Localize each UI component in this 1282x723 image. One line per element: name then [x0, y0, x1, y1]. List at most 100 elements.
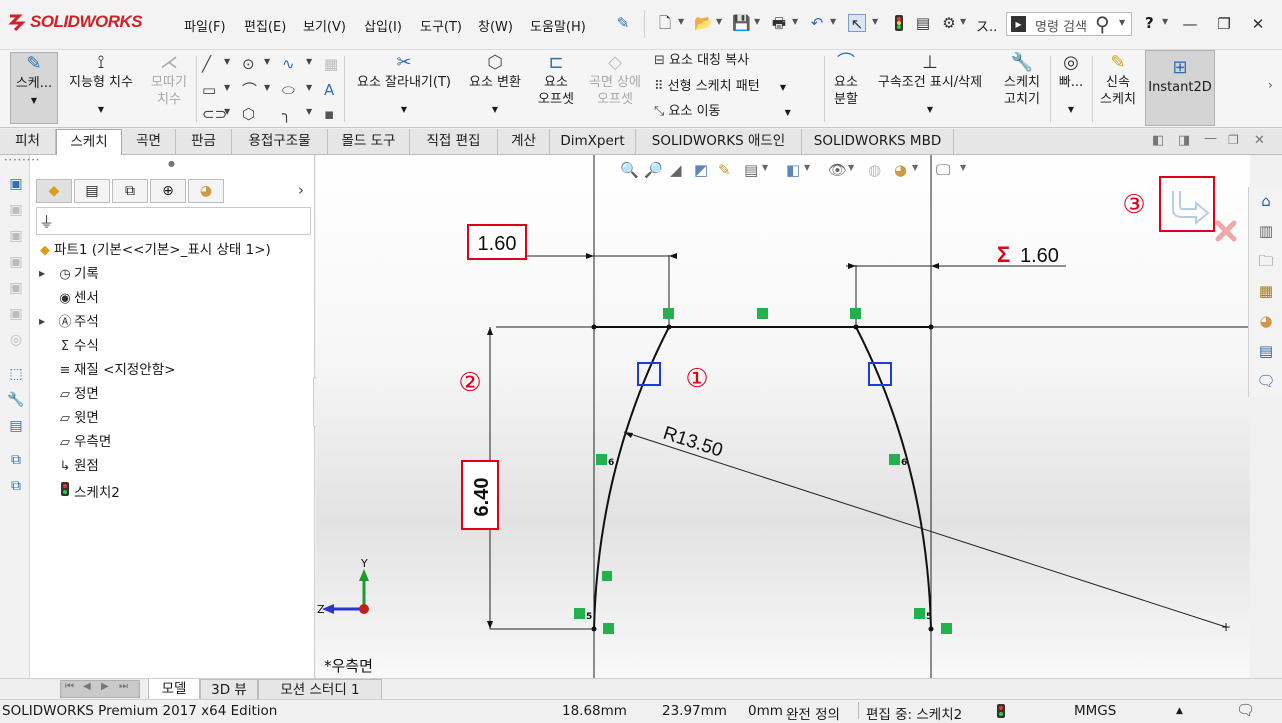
doc-restore-icon[interactable]: ❐ — [1228, 133, 1239, 147]
tree-item-material[interactable]: ≡ 재질 <지정안함> — [56, 361, 176, 380]
spline-icon[interactable]: ∿ — [282, 56, 295, 72]
split-entities-button[interactable]: ⌒ 요소 분할 — [828, 52, 864, 108]
relation-equal-glyph[interactable] — [596, 454, 607, 465]
tab-dimxpert[interactable]: DimXpert — [550, 129, 636, 155]
options-gear-icon[interactable]: ⚙ — [940, 14, 958, 32]
sketch-arc-left[interactable] — [593, 326, 670, 630]
chevron-down-icon[interactable]: ▼ — [678, 17, 684, 26]
sketch-endpoint[interactable] — [591, 626, 597, 632]
tab-direct-editing[interactable]: 직접 편집 — [410, 129, 498, 155]
relation-coincident-glyph[interactable] — [603, 623, 614, 634]
chevron-down-icon[interactable]: ▼ — [872, 17, 878, 26]
search-input[interactable]: 명령 검색 — [1035, 16, 1087, 35]
command-search-box[interactable]: ▸ 명령 검색 ⚲ ▼ — [1006, 12, 1132, 36]
tab-motion-study[interactable]: 모션 스터디 1 — [258, 679, 382, 700]
undo-icon[interactable]: ↶ — [808, 14, 826, 32]
tab-model[interactable]: 모델 — [148, 679, 200, 700]
tree-item-annotations[interactable]: Ⓐ 주석 — [56, 313, 98, 332]
more-commands[interactable]: ス.. — [976, 16, 997, 35]
custom-properties-icon[interactable]: ▤ — [1256, 341, 1276, 361]
menu-edit[interactable]: 편집(E) — [244, 16, 286, 35]
menu-tools[interactable]: 도구(T) — [420, 16, 462, 35]
tree-root-part[interactable]: ◆ 파트1 (기본<<기본>_표시 상태 1>) — [36, 241, 271, 260]
tree-item-history[interactable]: ◷ 기록 — [56, 265, 99, 284]
prev-tab-icon[interactable]: ◀ — [83, 681, 91, 692]
copy-icon[interactable]: ⧉ — [7, 477, 25, 495]
status-units[interactable]: MMGS — [1074, 703, 1116, 719]
exit-sketch-icon[interactable] — [1172, 191, 1210, 226]
menu-window[interactable]: 창(W) — [478, 16, 513, 35]
sketch-endpoint[interactable] — [928, 626, 934, 632]
file-explorer-icon[interactable]: 🗀 — [1256, 251, 1276, 271]
line-icon[interactable]: ╱ — [202, 56, 211, 72]
convert-entities-button[interactable]: ⬡ 요소 변환 ▼ — [462, 52, 528, 118]
doc-close-icon[interactable]: ✕ — [1254, 133, 1265, 148]
chevron-down-icon[interactable]: ▼ — [224, 54, 230, 70]
first-tab-icon[interactable]: ⏮ — [65, 681, 74, 692]
chevron-down-icon[interactable]: ▼ — [830, 17, 836, 26]
offset-on-surface-button[interactable]: ◇ 곡면 상에 오프셋 — [584, 52, 646, 108]
open-document-icon[interactable]: 📂 — [694, 14, 713, 32]
rebuild-traffic-light-icon[interactable] — [890, 14, 908, 32]
chevron-down-icon[interactable]: ▼ — [264, 54, 270, 70]
polygon-hexagon-icon[interactable]: ⬡ — [242, 106, 255, 122]
appearances-icon[interactable]: ◕ — [1256, 311, 1276, 331]
tile-left-icon[interactable]: ◧ — [1152, 133, 1164, 148]
chevron-down-icon[interactable]: ▼ — [306, 104, 312, 120]
dimension-text-1-60-right[interactable]: 1.60 — [1020, 245, 1059, 267]
menu-insert[interactable]: 삽입(I) — [364, 16, 402, 35]
relation-horizontal-glyph[interactable] — [757, 308, 768, 319]
chat-bubble-icon[interactable]: 🗨 — [1236, 701, 1255, 719]
tree-item-right-plane[interactable]: ▱ 우측면 — [56, 433, 111, 452]
dimension-text-radius[interactable]: R13.50 — [660, 423, 725, 462]
linear-pattern-button[interactable]: ⠿ 선형 스케치 패턴 ▼ — [654, 78, 786, 96]
move-entities-button[interactable]: ⤡ 요소 이동 ▼ — [654, 103, 791, 121]
fillet-icon[interactable]: ╮ — [282, 106, 291, 122]
arc-icon[interactable]: ⌒ — [242, 82, 257, 98]
tree-item-front-plane[interactable]: ▱ 정면 — [56, 385, 99, 404]
sketch-endpoint[interactable] — [853, 324, 859, 330]
tab-sketch[interactable]: 스케치 — [56, 129, 122, 156]
pin-icon[interactable]: ✎ — [614, 14, 632, 32]
tree-item-top-plane[interactable]: ▱ 윗면 — [56, 409, 99, 428]
display-delete-relations-button[interactable]: ⊥ 구속조건 표시/삭제 ▼ — [868, 52, 992, 118]
menu-help[interactable]: 도움말(H) — [530, 16, 586, 35]
chevron-down-icon[interactable]: ▼ — [1119, 18, 1125, 27]
select-icon[interactable]: ⬚ — [7, 365, 25, 383]
tab-surfaces[interactable]: 곡면 — [122, 129, 176, 155]
relation-coincident-glyph[interactable] — [663, 308, 674, 319]
new-document-icon[interactable]: 🗋 — [656, 14, 674, 32]
feature-manager-tab[interactable]: ◆ — [36, 179, 72, 203]
smart-dimension-button[interactable]: ⟟ 지능형 치수 ▼ — [62, 52, 140, 118]
tree-item-equations[interactable]: Σ 수식 — [56, 337, 99, 356]
print-icon[interactable]: 🖶 — [770, 14, 788, 32]
configuration-manager-tab[interactable]: ⧉ — [112, 179, 148, 203]
chevron-down-icon[interactable]: ▼ — [306, 80, 312, 96]
dimension-text-6-40[interactable]: 6.40 — [471, 478, 493, 517]
home-icon[interactable]: ⌂ — [1256, 191, 1276, 211]
units-chevron-up-icon[interactable]: ▲ — [1176, 706, 1183, 716]
tab-evaluate[interactable]: 계산 — [498, 129, 550, 155]
relation-coincident-glyph[interactable] — [850, 308, 861, 319]
text-icon[interactable]: A — [324, 82, 334, 98]
offset-entities-button[interactable]: ⊏ 요소 오프셋 — [530, 52, 582, 108]
repair-icon[interactable]: 🔧 — [7, 391, 25, 409]
display-manager-tab[interactable]: ◕ — [188, 179, 224, 203]
tree-item-origin[interactable]: ↳ 원점 — [56, 457, 99, 476]
tab-mold-tools[interactable]: 몰드 도구 — [328, 129, 410, 155]
relation-tangent-glyph[interactable] — [914, 608, 925, 619]
tab-features[interactable]: 피처 — [0, 129, 56, 155]
select-arrow-icon[interactable]: ↖ — [848, 14, 866, 33]
graphics-area[interactable]: 🔍 🔎 ◢ ◩ ✎ ▤ ▼ ◧ ▼ 👁 ▼ ◍ ◕ ▼ 🖵 ▼ + 6 6 5 … — [316, 155, 1250, 678]
rebuild-status-icon[interactable] — [996, 703, 1006, 723]
minimize-button[interactable]: — — [1178, 12, 1202, 36]
search-icon[interactable]: ⚲ — [1095, 12, 1110, 36]
sketch-view-icon[interactable]: ▣ — [7, 175, 25, 193]
expand-annotations-icon[interactable]: ▶ — [39, 317, 45, 326]
menu-view[interactable]: 보기(V) — [303, 16, 346, 35]
point-icon[interactable]: ▪ — [324, 106, 334, 122]
expand-history-icon[interactable]: ▶ — [39, 269, 45, 278]
relation-tangent-glyph[interactable] — [574, 608, 585, 619]
close-button[interactable]: ✕ — [1246, 12, 1270, 36]
chevron-down-icon[interactable]: ▼ — [224, 80, 230, 96]
